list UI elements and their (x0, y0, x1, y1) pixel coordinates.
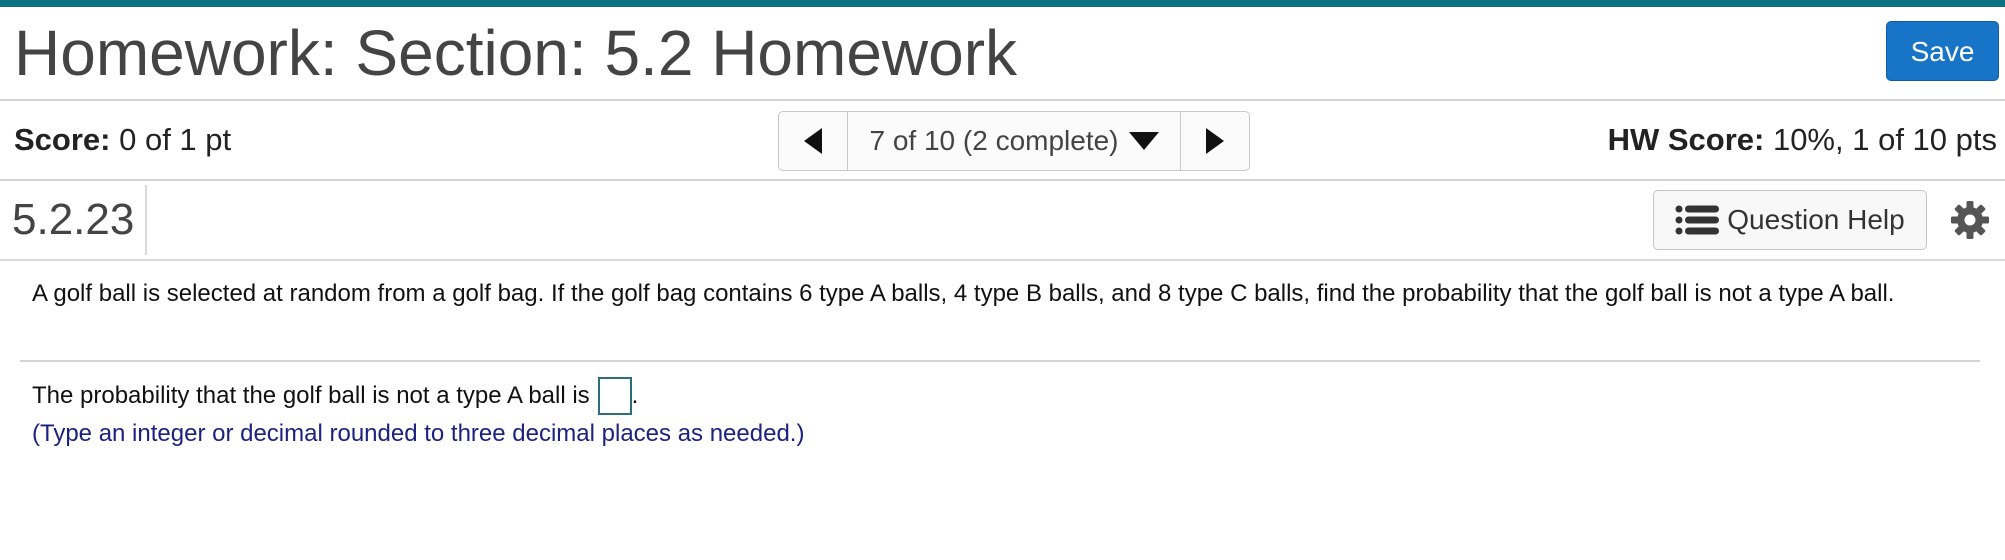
gear-icon[interactable] (1950, 200, 1990, 240)
save-button[interactable]: Save (1886, 21, 1999, 81)
top-accent-bar (0, 0, 2005, 7)
score: Score: 0 of 1 pt (14, 101, 231, 179)
triangle-right-icon (1206, 128, 1224, 154)
answer-hint: (Type an integer or decimal rounded to t… (32, 420, 805, 447)
list-icon (1675, 205, 1720, 235)
hw-score-value: 10%, 1 of 10 pts (1772, 122, 1997, 157)
previous-question-button[interactable] (779, 112, 848, 170)
answer-suffix: . (631, 382, 639, 409)
next-question-button[interactable] (1180, 112, 1249, 170)
score-label: Score: (14, 122, 111, 157)
hw-score-label: HW Score: (1607, 122, 1765, 157)
answer-line: The probability that the golf ball is no… (32, 376, 638, 416)
divider (145, 185, 147, 255)
question-help-button[interactable]: Question Help (1653, 190, 1927, 250)
question-navigator: 7 of 10 (2 complete) (778, 111, 1250, 171)
page-title: Homework: Section: 5.2 Homework (14, 17, 1018, 89)
question-text: A golf ball is selected at random from a… (32, 280, 1895, 307)
score-row: Score: 0 of 1 pt 7 of 10 (2 complete) HW… (0, 101, 2005, 181)
answer-prompt: The probability that the golf ball is no… (32, 382, 590, 409)
score-value: 0 of 1 pt (119, 122, 232, 157)
triangle-down-icon (1128, 132, 1159, 150)
divider (20, 360, 1980, 362)
hw-score: HW Score: 10%, 1 of 10 pts (1608, 101, 1997, 179)
question-help-label: Question Help (1727, 204, 1905, 235)
question-select-dropdown[interactable]: 7 of 10 (2 complete) (848, 112, 1180, 170)
homework-page: Homework: Section: 5.2 Homework Save Sco… (0, 0, 2005, 560)
question-id-row: 5.2.23 Question Help (0, 181, 2005, 261)
header: Homework: Section: 5.2 Homework Save (0, 7, 2005, 101)
question-select-value: 7 of 10 (2 complete) (869, 125, 1119, 156)
answer-input[interactable] (597, 377, 632, 415)
triangle-left-icon (804, 128, 822, 154)
question-id: 5.2.23 (12, 195, 135, 244)
